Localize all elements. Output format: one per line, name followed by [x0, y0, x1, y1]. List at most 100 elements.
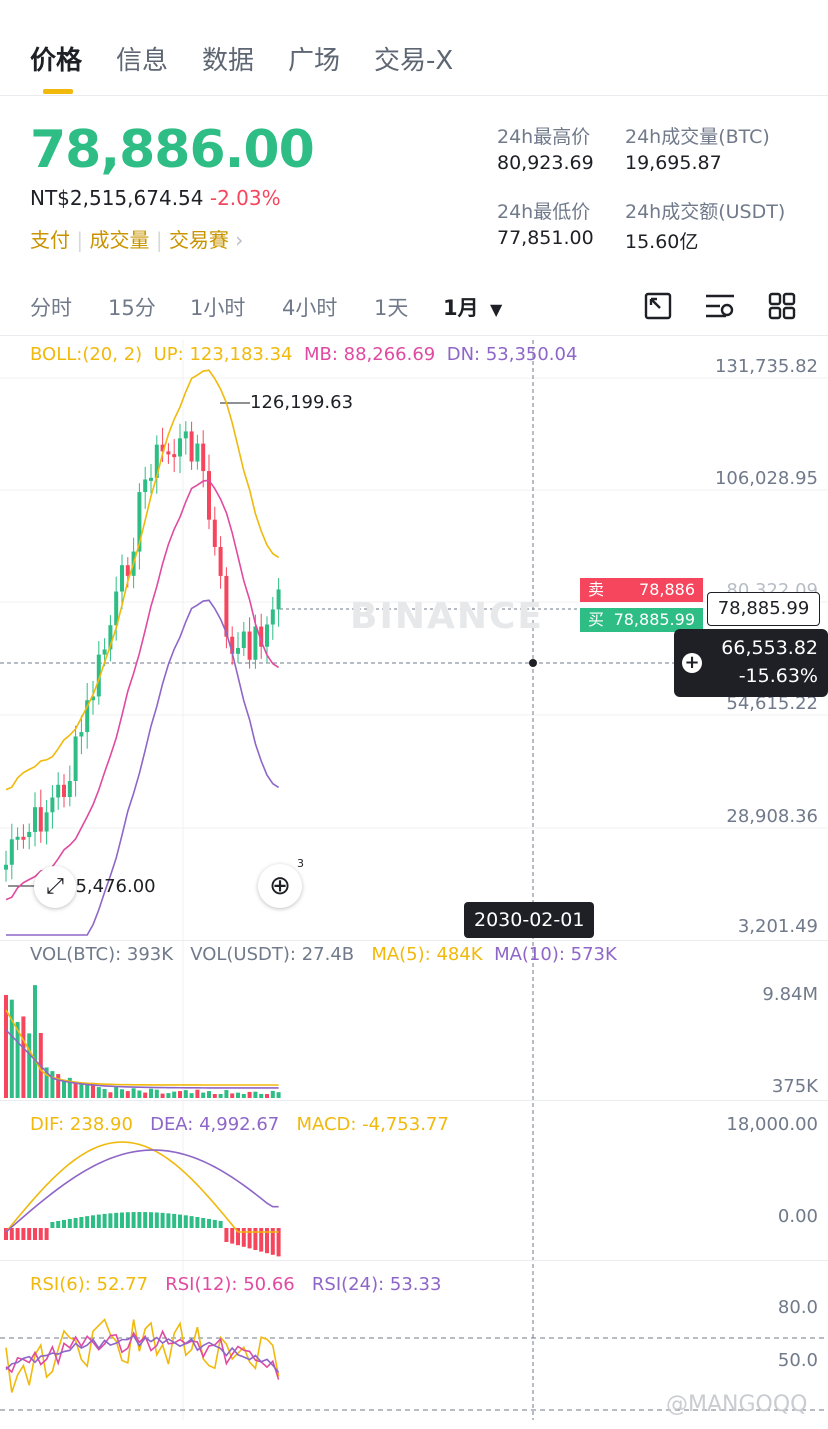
- candle-body: [21, 836, 26, 840]
- vol-axis-bottom: 375K: [771, 1076, 818, 1097]
- volume-bar: [114, 1086, 119, 1098]
- macd-bar: [149, 1212, 153, 1228]
- macd-bar: [137, 1212, 142, 1228]
- volume-bar: [137, 1090, 142, 1098]
- candle-body: [241, 631, 246, 649]
- low-annotation: 15,476.00: [64, 876, 156, 897]
- candle-body: [44, 812, 49, 832]
- macd-bar: [79, 1217, 84, 1228]
- candle-body: [253, 626, 258, 660]
- vol-legend: VOL(BTC): 393K VOL(USDT): 27.4B MA(5): 4…: [30, 944, 617, 965]
- volume-bar: [85, 1084, 90, 1098]
- candlestick-chart[interactable]: [0, 0, 828, 1429]
- volume-bar: [160, 1093, 165, 1098]
- macd-bar: [15, 1228, 20, 1240]
- macd-bar: [114, 1212, 119, 1228]
- macd-divider: [0, 1100, 828, 1101]
- volume-bar: [218, 1094, 223, 1098]
- candle-body: [201, 443, 206, 472]
- macd-bar: [201, 1217, 206, 1228]
- macd-axis-zero: 0.00: [777, 1206, 818, 1227]
- macd-bar: [96, 1214, 101, 1228]
- add-alert-icon[interactable]: +: [682, 653, 702, 673]
- macd-bar: [230, 1228, 235, 1244]
- volume-bar: [149, 1088, 153, 1098]
- volume-bar: [27, 1033, 32, 1098]
- rsi-axis-80: 80.0: [777, 1297, 818, 1318]
- candle-body: [4, 864, 8, 870]
- axis-price-6: 3,201.49: [737, 916, 818, 937]
- volume-bar: [183, 1090, 188, 1098]
- candle-body: [143, 479, 148, 493]
- macd-bar: [195, 1217, 200, 1228]
- sell-tag[interactable]: 卖 78,886: [580, 578, 703, 602]
- macd-bar: [67, 1218, 72, 1228]
- candle-body: [15, 836, 20, 840]
- volume-bar: [154, 1089, 159, 1098]
- macd-bar: [189, 1216, 194, 1228]
- macd-bar: [56, 1220, 61, 1228]
- candle-body: [79, 732, 84, 737]
- rsi-axis-50: 50.0: [777, 1350, 818, 1371]
- macd-bar: [50, 1222, 55, 1228]
- vol-axis-top: 9.84M: [762, 984, 818, 1005]
- crosshair-pct: -15.63%: [738, 665, 818, 687]
- volume-bar: [102, 1088, 107, 1098]
- volume-bar: [178, 1091, 182, 1098]
- candle-body: [218, 546, 223, 576]
- volume-bar: [50, 1071, 55, 1098]
- candle-body: [207, 471, 211, 520]
- volume-bar: [120, 1089, 124, 1098]
- macd-bar: [166, 1213, 171, 1228]
- high-annotation: 126,199.63: [250, 392, 354, 413]
- expand-arrows-icon[interactable]: ⤢: [34, 866, 76, 908]
- axis-price-2: 106,028.95: [714, 468, 818, 489]
- candle-body: [67, 780, 72, 797]
- volume-bar: [33, 985, 37, 1098]
- candle-body: [178, 438, 182, 457]
- volume-bar: [247, 1091, 252, 1098]
- macd-dea-line: [5, 1149, 279, 1233]
- macd-bar: [224, 1228, 229, 1242]
- crosshair-dot: [529, 659, 537, 667]
- macd-bar: [131, 1212, 136, 1228]
- macd-bar: [33, 1228, 37, 1240]
- binance-watermark: BINANCE: [350, 596, 544, 637]
- candle-body: [9, 839, 14, 865]
- candle-body: [38, 807, 43, 832]
- macd-bar: [247, 1228, 252, 1249]
- volume-bar: [172, 1091, 177, 1098]
- macd-bar: [9, 1228, 14, 1240]
- macd-dif-line: [5, 1141, 279, 1233]
- boll-upper-line: [5, 369, 280, 791]
- crosshair-price: 66,553.82: [721, 637, 818, 659]
- volume-bar: [259, 1093, 264, 1098]
- globe-icon[interactable]: ⊕: [258, 864, 302, 908]
- volume-bar: [125, 1091, 130, 1098]
- candle-body: [212, 519, 217, 547]
- volume-bar: [56, 1074, 61, 1098]
- volume-bar: [108, 1092, 113, 1098]
- volume-bar: [207, 1091, 211, 1098]
- candle-body: [195, 443, 200, 462]
- macd-bar: [21, 1228, 26, 1240]
- volume-bar: [79, 1083, 84, 1098]
- candle-body: [27, 831, 32, 838]
- candle-body: [62, 784, 66, 797]
- rsi-legend: RSI(6): 52.77 RSI(12): 50.66 RSI(24): 53…: [30, 1274, 442, 1295]
- macd-bar: [143, 1212, 148, 1228]
- volume-bar: [9, 999, 14, 1098]
- macd-bar: [125, 1212, 130, 1228]
- macd-bar: [73, 1217, 78, 1228]
- candle-body: [265, 624, 269, 647]
- macd-bar: [120, 1212, 124, 1228]
- candle-body: [50, 797, 55, 813]
- candle-body: [247, 631, 252, 660]
- macd-legend: DIF: 238.90 DEA: 4,992.67 MACD: -4,753.7…: [30, 1114, 449, 1135]
- volume-bar: [166, 1093, 171, 1098]
- footer-watermark: @MANGOQQ: [666, 1392, 808, 1417]
- volume-bar: [62, 1079, 66, 1098]
- crosshair-price-box[interactable]: + 66,553.82 -15.63%: [674, 629, 828, 697]
- candle-body: [102, 649, 107, 655]
- rsi-divider: [0, 1260, 828, 1261]
